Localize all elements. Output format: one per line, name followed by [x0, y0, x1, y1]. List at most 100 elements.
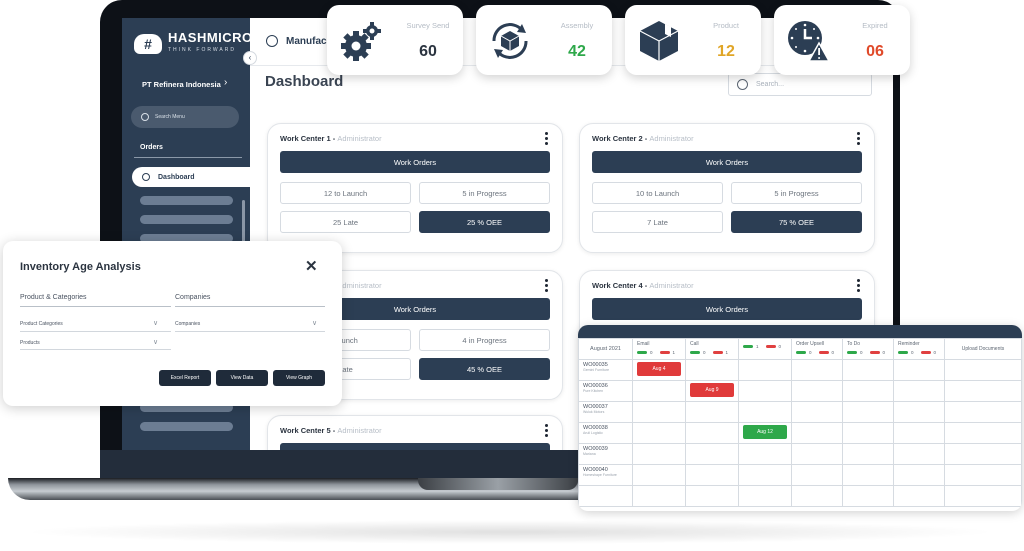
chevron-down-icon[interactable]: ∨	[153, 319, 158, 327]
company-selector[interactable]: PT Refinera Indonesia	[142, 80, 221, 89]
stat-card-expired[interactable]: Expired 06	[774, 5, 910, 75]
oee-button[interactable]: 45 % OEE	[419, 358, 550, 380]
calendar-cell[interactable]	[685, 443, 739, 465]
calendar-cell[interactable]	[791, 443, 843, 465]
calendar-cell[interactable]	[738, 401, 792, 423]
product-categories-select[interactable]: Product Categories	[20, 321, 63, 327]
calendar-cell[interactable]	[632, 422, 686, 444]
calendar-cell[interactable]	[685, 464, 739, 486]
sidebar-item-placeholder[interactable]	[140, 196, 233, 205]
calendar-cell[interactable]: Aug 9	[685, 380, 739, 402]
calendar-cell[interactable]	[893, 443, 945, 465]
calendar-cell[interactable]	[842, 422, 894, 444]
more-options-icon[interactable]	[545, 424, 548, 439]
table-row[interactable]: WO00038 Aruli Logistic Aug 12	[578, 422, 1022, 444]
calendar-cell[interactable]	[944, 443, 1022, 465]
calendar-cell[interactable]	[893, 485, 945, 507]
calendar-cell[interactable]	[893, 359, 945, 381]
search-menu-input[interactable]: Search Menu	[131, 106, 239, 128]
table-row[interactable]: WO00040 Homeshape Furniture	[578, 464, 1022, 486]
calendar-cell[interactable]	[685, 401, 739, 423]
late-button[interactable]: 25 Late	[280, 211, 411, 233]
more-options-icon[interactable]	[857, 279, 860, 294]
calendar-cell[interactable]	[893, 380, 945, 402]
event-pill[interactable]: Aug 4	[637, 362, 681, 376]
sidebar-item-placeholder[interactable]	[140, 215, 233, 224]
calendar-cell[interactable]	[893, 464, 945, 486]
calendar-cell[interactable]	[944, 464, 1022, 486]
upload-documents-header[interactable]: Upload Documents	[944, 338, 1022, 360]
calendar-cell[interactable]	[944, 359, 1022, 381]
to-launch-button[interactable]: 12 to Launch	[280, 182, 411, 204]
calendar-cell[interactable]	[738, 380, 792, 402]
chevron-down-icon[interactable]: ∨	[312, 319, 317, 327]
event-pill[interactable]: Aug 9	[690, 383, 734, 397]
companies-select[interactable]: Companies	[175, 321, 200, 327]
work-orders-button[interactable]	[280, 443, 550, 450]
calendar-cell[interactable]	[944, 422, 1022, 444]
calendar-cell[interactable]	[738, 359, 792, 381]
calendar-cell[interactable]	[893, 401, 945, 423]
calendar-cell[interactable]	[842, 485, 894, 507]
oee-button[interactable]: 25 % OEE	[419, 211, 550, 233]
table-row[interactable]: WO00035 Gemini Furniture Aug 4	[578, 359, 1022, 381]
table-row[interactable]: WO00039 Mariana	[578, 443, 1022, 465]
calendar-column-header[interactable]: Reminder 0 0	[893, 338, 945, 360]
in-progress-button[interactable]: 5 in Progress	[731, 182, 862, 204]
sidebar-section-orders[interactable]: Orders	[140, 144, 163, 151]
calendar-column-header[interactable]: 10	[738, 338, 792, 360]
calendar-cell[interactable]	[791, 380, 843, 402]
work-orders-button[interactable]: Work Orders	[280, 151, 550, 173]
excel-report-button[interactable]: Excel Report	[159, 370, 211, 386]
calendar-cell[interactable]	[791, 401, 843, 423]
calendar-column-header[interactable]: Call 0 1	[685, 338, 739, 360]
work-orders-button[interactable]: Work Orders	[592, 298, 862, 320]
calendar-cell[interactable]	[944, 485, 1022, 507]
calendar-cell[interactable]	[893, 422, 945, 444]
search-input[interactable]: Search...	[728, 73, 872, 96]
stat-card-survey-send[interactable]: Survey Send 60	[327, 5, 463, 75]
view-data-button[interactable]: View Data	[216, 370, 268, 386]
calendar-cell[interactable]	[738, 485, 792, 507]
table-row[interactable]: WO00037 Wuluk Motors	[578, 401, 1022, 423]
products-select[interactable]: Products	[20, 340, 40, 346]
stat-card-product[interactable]: Product 12	[625, 5, 761, 75]
in-progress-button[interactable]: 4 in Progress	[419, 329, 550, 351]
more-options-icon[interactable]	[545, 279, 548, 294]
calendar-column-header[interactable]: Email 0 1	[632, 338, 686, 360]
event-pill[interactable]: Aug 12	[743, 425, 787, 439]
sidebar-item-placeholder[interactable]	[140, 422, 233, 431]
calendar-cell[interactable]	[791, 359, 843, 381]
collapse-sidebar-button[interactable]: ‹	[243, 51, 257, 65]
view-graph-button[interactable]: View Graph	[273, 370, 325, 386]
calendar-cell[interactable]: Aug 12	[738, 422, 792, 444]
calendar-cell[interactable]	[685, 485, 739, 507]
more-options-icon[interactable]	[545, 132, 548, 147]
calendar-column-header[interactable]: To Do 0 0	[842, 338, 894, 360]
stat-card-assembly[interactable]: Assembly 42	[476, 5, 612, 75]
calendar-cell[interactable]: Aug 4	[632, 359, 686, 381]
work-orders-button[interactable]: Work Orders	[592, 151, 862, 173]
chevron-right-icon[interactable]: ›	[224, 77, 227, 88]
module-title[interactable]: Manufac	[266, 35, 327, 47]
calendar-cell[interactable]	[632, 464, 686, 486]
more-options-icon[interactable]	[857, 132, 860, 147]
close-icon[interactable]: ✕	[305, 257, 318, 275]
calendar-cell[interactable]	[632, 443, 686, 465]
table-row[interactable]: WO00036 Pure Kitchen Aug 9	[578, 380, 1022, 402]
late-button[interactable]: 7 Late	[592, 211, 723, 233]
logo[interactable]: # HASHMICRO THINK FORWARD	[134, 31, 253, 56]
calendar-cell[interactable]	[791, 464, 843, 486]
calendar-cell[interactable]	[842, 401, 894, 423]
to-launch-button[interactable]: 10 to Launch	[592, 182, 723, 204]
in-progress-button[interactable]: 5 in Progress	[419, 182, 550, 204]
calendar-cell[interactable]	[685, 422, 739, 444]
calendar-cell[interactable]	[791, 485, 843, 507]
calendar-cell[interactable]	[632, 485, 686, 507]
calendar-cell[interactable]	[842, 443, 894, 465]
calendar-cell[interactable]	[685, 359, 739, 381]
calendar-column-header[interactable]: Order Upsell 0 0	[791, 338, 843, 360]
sidebar-item-dashboard[interactable]: Dashboard	[132, 167, 262, 187]
calendar-cell[interactable]	[944, 380, 1022, 402]
calendar-cell[interactable]	[578, 485, 633, 507]
